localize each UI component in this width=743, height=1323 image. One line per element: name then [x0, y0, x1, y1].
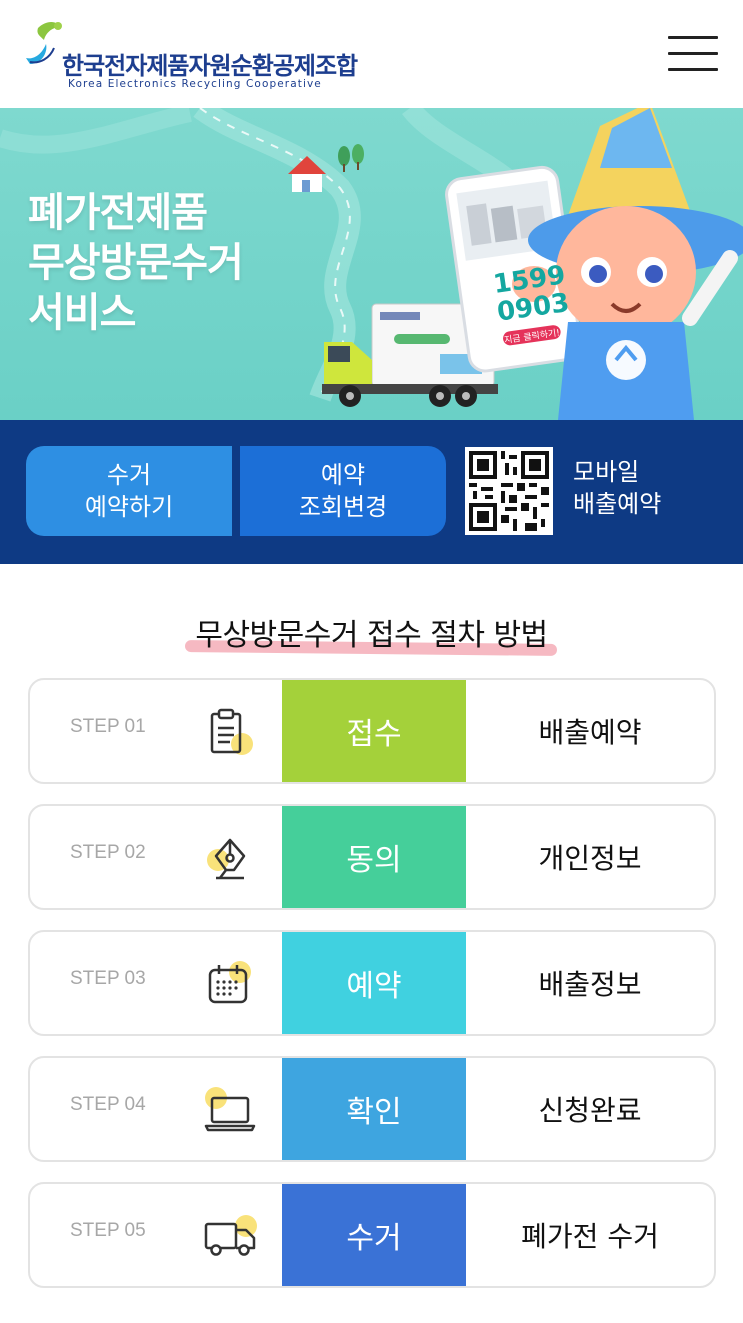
mobile-reservation-label-2: 배출예약 [573, 490, 662, 518]
step-card-3: STEP 03 예약 배출정보 [28, 930, 716, 1036]
hamburger-menu-icon[interactable] [666, 34, 720, 74]
step-label: 예약 [282, 932, 466, 1034]
step-number: STEP 02 [70, 842, 146, 863]
tree-icon [338, 144, 364, 172]
step-number: STEP 03 [70, 968, 146, 989]
mobile-reservation-label-1: 모바일 [573, 458, 640, 486]
site-logo[interactable]: 한국전자제품자원순환공제조합 Korea Electronics Recycli… [24, 18, 358, 94]
reservation-inquiry-label-1: 예약 [320, 461, 366, 489]
mobile-reservation-link[interactable]: 모바일 배출예약 [573, 456, 661, 520]
reservation-inquiry-button[interactable]: 예약 조회변경 [240, 446, 446, 536]
truck-icon [204, 1215, 257, 1256]
qr-code-icon[interactable] [465, 447, 553, 535]
calendar-icon [208, 961, 251, 1004]
laptop-icon [204, 1087, 256, 1132]
section-title-text: 무상방문수거 접수 절차 방법 [195, 618, 548, 653]
step-number: STEP 01 [70, 716, 146, 737]
reserve-pickup-label-2: 예약하기 [84, 493, 174, 521]
clipboard-icon [210, 708, 253, 755]
step-number: STEP 05 [70, 1220, 146, 1241]
step-description: 배출정보 [538, 968, 642, 1001]
banner-title-line: 무상방문수거 [28, 240, 244, 286]
step-number: STEP 04 [70, 1094, 146, 1115]
step-card-2: STEP 02 동의 개인정보 [28, 804, 716, 910]
procedure-section-header: 무상방문수거 접수 절차 방법 [0, 600, 743, 660]
step-description: 배출예약 [538, 716, 642, 749]
reserve-pickup-label-1: 수거 [106, 461, 152, 489]
banner-title-line: 서비스 [28, 290, 136, 336]
step-card-5: STEP 05 수거 폐가전 수거 [28, 1182, 716, 1288]
step-label: 수거 [282, 1184, 466, 1286]
step-description: 신청완료 [538, 1094, 642, 1127]
pen-nib-icon [207, 838, 246, 880]
logo-korean-text: 한국전자제품자원순환공제조합 [62, 52, 358, 80]
step-label: 접수 [282, 680, 466, 782]
step-card-1: STEP 01 접수 배출예약 [28, 678, 716, 784]
banner-title-line: 폐가전제품 [28, 190, 208, 236]
hero-banner: 1599 0903 지금 클릭하기! 폐가전제품 무상방문수거 서비스 [0, 108, 743, 420]
reserve-pickup-button[interactable]: 수거 예약하기 [26, 446, 232, 536]
logo-english-text: Korea Electronics Recycling Cooperative [68, 78, 322, 90]
step-label: 동의 [282, 806, 466, 908]
section-title: 무상방문수거 접수 절차 방법 [185, 600, 558, 664]
banner-title: 폐가전제품 무상방문수거 서비스 [28, 188, 244, 338]
step-label: 확인 [282, 1058, 466, 1160]
step-card-4: STEP 04 확인 신청완료 [28, 1056, 716, 1162]
reservation-inquiry-label-2: 조회변경 [298, 493, 388, 521]
step-description: 폐가전 수거 [521, 1220, 659, 1253]
site-header: 한국전자제품자원순환공제조합 Korea Electronics Recycli… [0, 0, 743, 108]
step-description: 개인정보 [538, 842, 642, 875]
